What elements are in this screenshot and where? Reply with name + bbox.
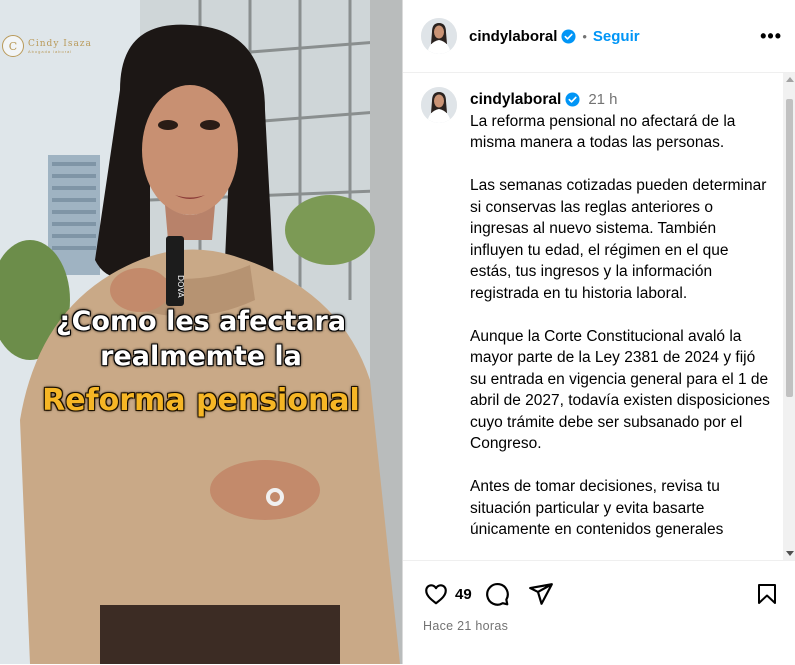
- avatar[interactable]: [421, 18, 457, 54]
- comment-icon[interactable]: [482, 579, 512, 609]
- post-time-ago[interactable]: Hace 21 horas: [423, 619, 508, 633]
- caption-text: cindylaboral 21 h La reforma pensional n…: [470, 89, 770, 560]
- scroll-up-icon[interactable]: [786, 77, 794, 82]
- brand-name: Cindy Isaza: [28, 38, 92, 49]
- send-icon[interactable]: [526, 579, 556, 609]
- overlay-line-1: ¿Como les afectara: [55, 306, 347, 337]
- scroll-down-icon[interactable]: [786, 551, 794, 556]
- scrollbar-thumb[interactable]: [786, 99, 793, 397]
- overlay-line-2: realmemte la: [100, 341, 302, 372]
- avatar-image: [421, 18, 457, 54]
- follow-button[interactable]: Seguir: [593, 28, 640, 45]
- caption-paragraph: Antes de tomar decisiones, revisa tu sit…: [470, 478, 724, 538]
- like-count[interactable]: 49: [455, 586, 472, 603]
- caption-area[interactable]: cindylaboral 21 h La reforma pensional n…: [403, 73, 795, 560]
- header-username[interactable]: cindylaboral: [469, 28, 557, 45]
- caption-avatar[interactable]: [421, 87, 457, 123]
- verified-badge-icon: [561, 28, 576, 44]
- caption-avatar-image: [421, 87, 457, 123]
- post-media[interactable]: DOVA C Cindy Isaza Abogada laboral ¿Como…: [0, 0, 402, 664]
- post-details-panel: cindylaboral • Seguir ••• cindylaboral 2…: [402, 0, 795, 664]
- header-separator: •: [582, 28, 587, 44]
- brand-subtitle: Abogada laboral: [28, 48, 73, 54]
- bottle-label: DOVA: [176, 275, 185, 298]
- brand-logo-icon: C: [2, 35, 24, 57]
- caption-scrollbar[interactable]: [783, 73, 795, 560]
- overlay-line-3: Reforma pensional: [42, 383, 360, 418]
- caption-username[interactable]: cindylaboral: [470, 89, 561, 111]
- caption-paragraph: Aunque la Corte Constitucional avaló la …: [470, 327, 770, 453]
- verified-badge-icon: [565, 92, 580, 107]
- heart-icon[interactable]: [421, 579, 451, 609]
- caption-paragraph: Las semanas cotizadas pueden determinar …: [470, 177, 767, 302]
- more-options-icon[interactable]: •••: [760, 26, 782, 47]
- bookmark-icon[interactable]: [752, 579, 782, 609]
- brand-watermark: C Cindy Isaza Abogada laboral: [2, 35, 92, 57]
- post-header: cindylaboral • Seguir •••: [403, 0, 795, 73]
- caption-paragraph: La reforma pensional no afectará de la m…: [470, 112, 736, 152]
- post-actions: 49 Hace 21 horas: [403, 560, 795, 665]
- caption-timestamp[interactable]: 21 h: [588, 89, 617, 111]
- header-user: cindylaboral • Seguir: [421, 18, 640, 54]
